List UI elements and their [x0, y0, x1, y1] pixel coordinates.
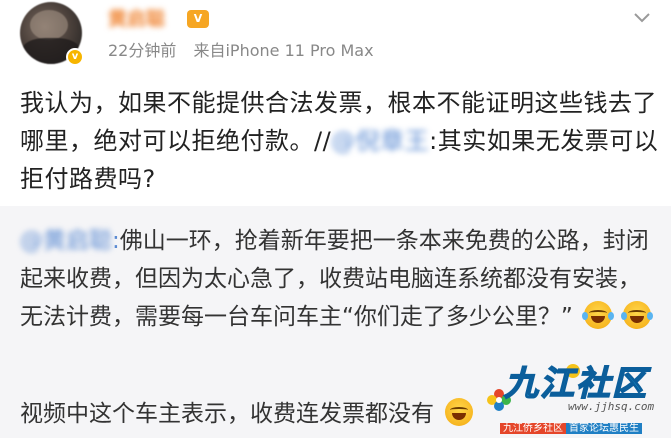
- watermark-tagline: 九江侨乡社区 首家论坛惠民生: [500, 420, 666, 438]
- post-meta: 22分钟前 来自iPhone 11 Pro Max: [108, 40, 374, 62]
- verified-badge-icon: v: [66, 48, 84, 66]
- post-source: 来自iPhone 11 Pro Max: [193, 41, 374, 60]
- repost-separator: :: [112, 228, 120, 254]
- watermark-url: www.jjhsq.com: [568, 400, 655, 413]
- laugh-cry-emoji: [621, 301, 654, 329]
- repost-user-link[interactable]: @黄启聪: [20, 228, 112, 254]
- vip-badge-icon: V: [187, 10, 209, 28]
- watermark-tag-b: 首家论坛惠民生: [566, 423, 642, 434]
- grin-emoji: [445, 398, 474, 426]
- watermark: 九江社区 www.jjhsq.com 九江侨乡社区 首家论坛惠民生: [482, 360, 671, 438]
- post-mention-link[interactable]: @倪章王: [331, 127, 429, 155]
- laugh-cry-emoji: [582, 301, 615, 329]
- repost-body: @黄启聪:佛山一环，抢着新年要把一条本来免费的公路，封闭起来收费，但因为太心急了…: [20, 222, 660, 336]
- watermark-tag-a: 九江侨乡社区: [500, 423, 566, 434]
- post-body: 我认为，如果不能提供合法发票，根本不能证明这些钱去了哪里，绝对可以拒绝付款。//…: [20, 84, 660, 198]
- repost-line2: 视频中这个车主表示，收费连发票都没有: [20, 398, 474, 430]
- weibo-post: v 黄启聪 V 22分钟前 来自iPhone 11 Pro Max 我认为，如果…: [0, 0, 671, 206]
- chevron-down-icon[interactable]: [632, 10, 652, 26]
- repost-line2-text: 视频中这个车主表示，收费连发票都没有: [20, 401, 434, 427]
- post-time: 22分钟前: [108, 41, 177, 60]
- post-username[interactable]: 黄启聪: [108, 6, 165, 32]
